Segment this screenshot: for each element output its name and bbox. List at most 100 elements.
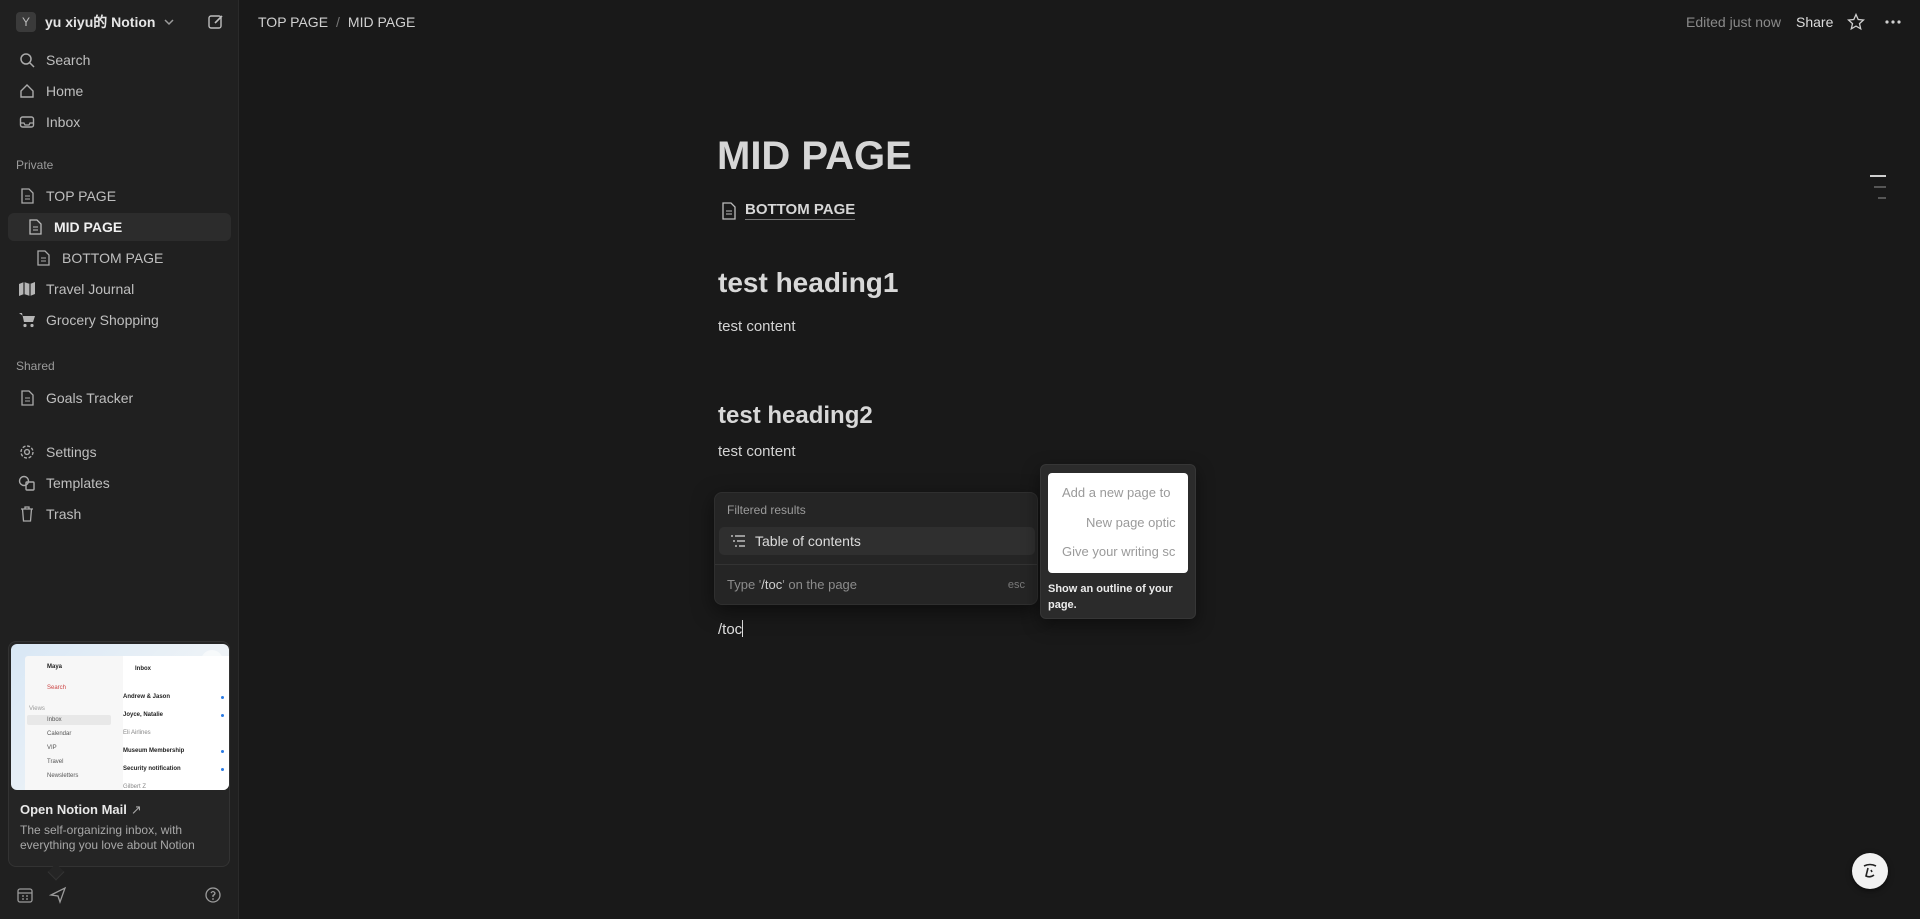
sidebar-item-label: Goals Tracker <box>46 390 134 406</box>
star-icon[interactable] <box>1847 13 1865 31</box>
external-link-icon: ↗ <box>130 802 142 817</box>
sidebar-item-top-page[interactable]: TOP PAGE <box>8 182 231 210</box>
page-icon <box>34 249 52 267</box>
editing-block[interactable]: /toc <box>718 620 744 638</box>
esc-hint[interactable]: esc <box>1008 579 1025 591</box>
help-icon[interactable] <box>204 886 222 904</box>
sidebar-item-grocery-shopping[interactable]: Grocery Shopping <box>8 306 231 334</box>
preview-description: Show an outline of your page. <box>1048 583 1173 611</box>
mail-preview-views: Views <box>29 706 45 712</box>
templates-icon <box>18 474 36 492</box>
sidebar-item-templates[interactable]: Templates <box>8 469 231 497</box>
share-button[interactable]: Share <box>1796 14 1833 30</box>
mail-preview-nav: Calendar <box>47 731 72 737</box>
send-icon[interactable] <box>49 886 67 904</box>
preview-line: Add a new page to <box>1062 485 1171 500</box>
sidebar-item-label: MID PAGE <box>54 219 123 235</box>
sidebar-item-label: Settings <box>46 444 97 460</box>
mail-preview-nav: Inbox <box>47 717 62 723</box>
notion-ai-button[interactable] <box>1852 853 1888 889</box>
page-icon <box>18 187 36 205</box>
child-page-label: BOTTOM PAGE <box>745 201 856 220</box>
mail-preview-message: Andrew & Jason <box>123 694 171 700</box>
mail-preview-inbox-title: Inbox <box>135 666 151 672</box>
home-icon <box>18 82 36 100</box>
sidebar-item-goals-tracker[interactable]: Goals Tracker <box>8 384 231 412</box>
unread-dot <box>221 750 224 753</box>
page-icon <box>722 201 736 220</box>
mail-preview-nav: Travel <box>47 759 64 765</box>
sidebar-item-label: Travel Journal <box>46 281 135 297</box>
mail-preview-search: Search <box>47 685 67 691</box>
more-options-icon[interactable] <box>1883 13 1903 31</box>
sidebar-item-mid-page[interactable]: MID PAGE <box>8 213 231 241</box>
unread-dot <box>221 696 224 699</box>
sidebar-item-label: BOTTOM PAGE <box>62 250 164 266</box>
breadcrumb-top-page[interactable]: TOP PAGE <box>258 14 328 30</box>
workspace-name: yu xiyu的 Notion <box>45 14 156 30</box>
sidebar-item-label: Inbox <box>46 114 81 130</box>
unread-dot <box>221 714 224 717</box>
paragraph[interactable]: test content <box>718 443 796 460</box>
typed-text: /toc <box>718 621 743 638</box>
mail-preview-image: Maya Search Views Inbox Calendar VIP Tra… <box>11 644 229 790</box>
close-card-button[interactable] <box>201 650 223 672</box>
mail-preview-message: Joyce, Natalie <box>123 712 164 718</box>
inbox-icon <box>18 113 36 131</box>
mail-preview-message: Eli Airlines <box>123 730 151 736</box>
calendar-icon[interactable] <box>16 886 34 904</box>
paragraph[interactable]: test content <box>718 318 796 335</box>
outline-indicator-icon[interactable] <box>1868 172 1888 206</box>
trash-icon <box>18 505 36 523</box>
sidebar-item-label: TOP PAGE <box>46 188 117 204</box>
table-of-contents-icon <box>731 535 745 547</box>
preview-thumbnail: Add a new page to New page optic Give yo… <box>1048 473 1188 573</box>
mail-card-title: Open Notion Mail ↗ <box>20 802 142 818</box>
mail-card-title-text: Open Notion Mail <box>20 802 127 817</box>
breadcrumb-separator: / <box>336 14 340 30</box>
sidebar-item-travel-journal[interactable]: Travel Journal <box>8 275 231 303</box>
new-page-icon[interactable] <box>206 12 226 32</box>
mail-preview-selected <box>27 715 111 725</box>
private-section-label: Private <box>16 158 54 172</box>
shared-section-label: Shared <box>16 359 55 373</box>
breadcrumb-mid-page[interactable]: MID PAGE <box>348 14 415 30</box>
workspace-avatar: Y <box>16 12 36 32</box>
page-icon <box>18 389 36 407</box>
sidebar-item-trash[interactable]: Trash <box>8 500 231 528</box>
slash-command-menu: Filtered results Table of contents Type … <box>714 492 1038 605</box>
menu-item-table-of-contents[interactable]: Table of contents <box>719 527 1035 555</box>
sidebar-item-inbox[interactable]: Inbox <box>8 108 231 136</box>
page-icon <box>26 218 44 236</box>
child-page-link[interactable]: BOTTOM PAGE <box>721 201 856 220</box>
sidebar-item-label: Grocery Shopping <box>46 312 159 328</box>
sidebar-item-label: Trash <box>46 506 82 522</box>
sidebar-item-home[interactable]: Home <box>8 77 231 105</box>
slash-menu-hint: Type '/toc' on the page <box>727 577 857 592</box>
hint-prefix: Type ' <box>727 577 762 592</box>
notion-ai-face-icon <box>1863 863 1877 878</box>
sidebar-item-search[interactable]: Search <box>8 46 231 74</box>
mail-preview-inbox: Inbox Andrew & Jason Joyce, Natalie Eli … <box>123 656 229 790</box>
text-caret <box>742 620 744 637</box>
block-preview-tooltip: Add a new page to New page optic Give yo… <box>1040 464 1196 619</box>
mail-preview-nav: VIP <box>47 745 57 751</box>
page-title[interactable]: MID PAGE <box>717 134 912 179</box>
sidebar-item-settings[interactable]: Settings <box>8 438 231 466</box>
notion-mail-promo-card[interactable]: Maya Search Views Inbox Calendar VIP Tra… <box>8 641 230 867</box>
sidebar: Y yu xiyu的 Notion Search Home Inbox Priv… <box>0 0 239 919</box>
sidebar-item-bottom-page[interactable]: BOTTOM PAGE <box>8 244 231 272</box>
map-icon <box>18 280 36 298</box>
workspace-switcher[interactable]: Y yu xiyu的 Notion <box>16 12 226 32</box>
sidebar-item-label: Templates <box>46 475 110 491</box>
edited-status: Edited just now <box>1686 14 1781 30</box>
search-icon <box>18 51 36 69</box>
heading-2[interactable]: test heading2 <box>718 402 873 430</box>
unread-dot <box>221 768 224 771</box>
chevron-down-icon <box>164 19 174 26</box>
heading-1[interactable]: test heading1 <box>718 267 898 299</box>
sidebar-item-label: Home <box>46 83 84 99</box>
sidebar-item-label: Search <box>46 52 91 68</box>
cart-icon <box>18 311 36 329</box>
preview-line: New page optic <box>1086 515 1176 530</box>
